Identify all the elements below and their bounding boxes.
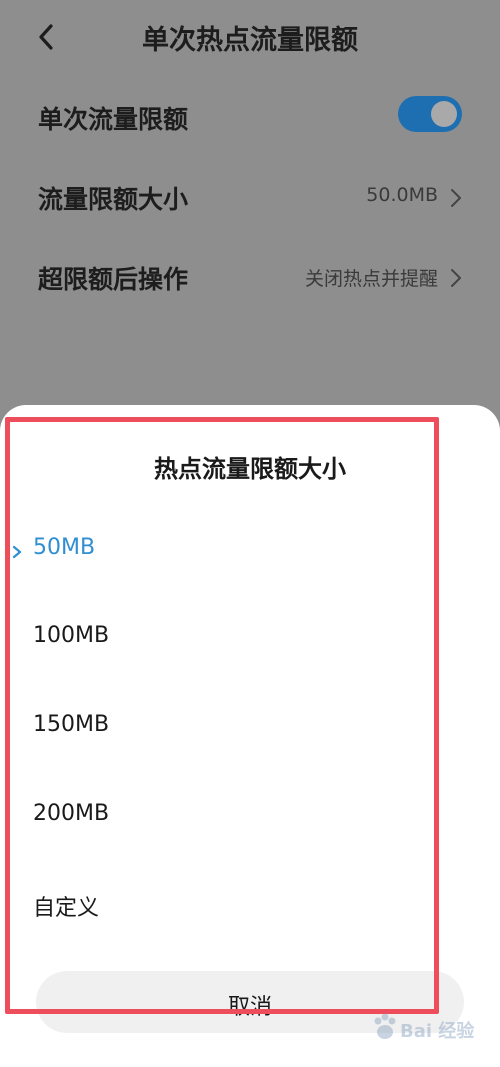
limit-size-label: 流量限额大小 <box>38 185 189 214</box>
watermark-text: Bai 经验 <box>400 1021 475 1042</box>
over-action-value: 关闭热点并提醒 <box>304 268 438 290</box>
highlight-box <box>5 417 439 1014</box>
over-action-row[interactable]: 超限额后操作 关闭热点并提醒 <box>0 248 500 308</box>
header: 单次热点流量限额 <box>0 0 500 76</box>
toggle-knob <box>431 101 457 127</box>
watermark: Bai 经验 <box>370 1009 480 1049</box>
limit-size-row[interactable]: 流量限额大小 50.0MB <box>0 168 500 228</box>
single-limit-toggle[interactable] <box>398 96 462 132</box>
chevron-right-icon <box>451 269 461 287</box>
paw-icon <box>374 1013 396 1039</box>
single-limit-row[interactable]: 单次流量限额 <box>0 88 500 148</box>
chevron-right-icon <box>451 189 461 207</box>
page-title: 单次热点流量限额 <box>142 25 358 56</box>
limit-size-value: 50.0MB <box>366 184 438 206</box>
single-limit-label: 单次流量限额 <box>38 105 189 134</box>
over-action-label: 超限额后操作 <box>38 265 189 294</box>
